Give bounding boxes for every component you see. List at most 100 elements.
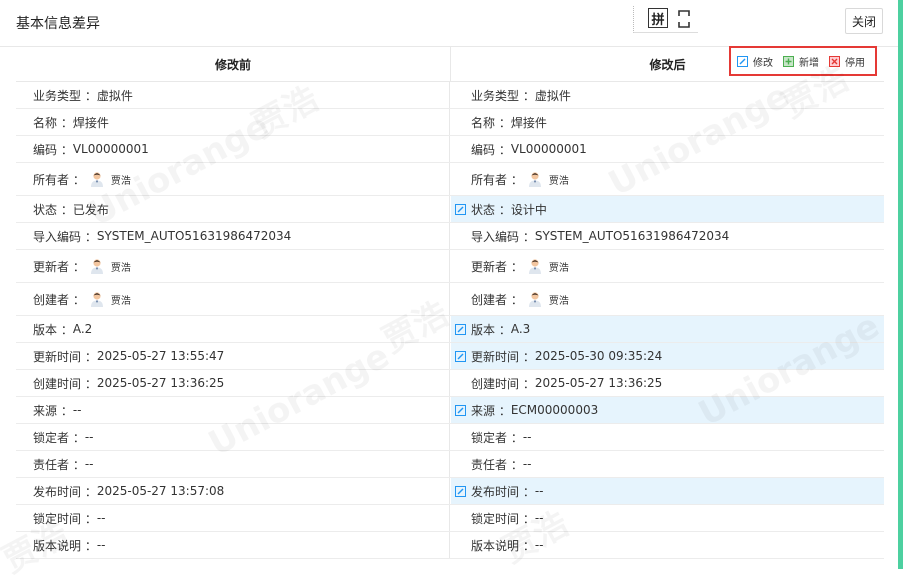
- change-legend: 修改 新增 停用: [729, 46, 877, 76]
- before-cell: 所有者 ： 贾浩: [16, 163, 450, 195]
- field-label: 所有者 ：: [471, 172, 523, 187]
- field-value: VL00000001: [510, 142, 587, 156]
- column-header-before: 修改前: [16, 47, 451, 82]
- before-cell: 更新者 ： 贾浩: [16, 250, 450, 282]
- before-cell: 责任者 ： --: [16, 451, 450, 477]
- after-cell: 来源 ： ECM00000003: [451, 397, 884, 423]
- field-value: --: [96, 511, 106, 525]
- before-cell: 版本 ： A.2: [16, 316, 450, 342]
- field-label: 锁定者 ：: [471, 430, 523, 445]
- pin-button[interactable]: 拼: [648, 8, 668, 28]
- field-label: 编码 ：: [33, 142, 73, 157]
- avatar-icon: [528, 259, 541, 274]
- field-value: 虚拟件: [96, 88, 133, 103]
- table-row: 锁定者 ： -- 锁定者 ： --: [16, 424, 884, 451]
- field-value: A.2: [72, 322, 93, 336]
- user-name[interactable]: 贾浩: [549, 259, 569, 274]
- field-label: 更新者 ：: [33, 259, 85, 274]
- table-row: 编码 ： VL00000001 编码 ： VL00000001: [16, 136, 884, 163]
- modified-icon: [455, 404, 466, 416]
- avatar-icon: [90, 259, 103, 274]
- field-label: 发布时间 ：: [471, 484, 535, 499]
- after-cell: 导入编码 ： SYSTEM_AUTO51631986472034: [451, 223, 884, 249]
- after-cell: 版本说明 ： --: [451, 532, 884, 558]
- table-row: 版本说明 ： -- 版本说明 ： --: [16, 532, 884, 559]
- avatar-icon: [528, 292, 541, 307]
- field-label: 状态 ：: [33, 202, 73, 217]
- field-value: 2025-05-27 13:57:08: [96, 484, 225, 498]
- before-cell: 导入编码 ： SYSTEM_AUTO51631986472034: [16, 223, 450, 249]
- user-name[interactable]: 贾浩: [111, 259, 131, 274]
- after-cell: 状态 ：设计中: [451, 196, 884, 222]
- field-label: 锁定者 ：: [33, 430, 85, 445]
- field-label: 业务类型 ：: [33, 88, 97, 103]
- field-label: 状态 ：: [471, 202, 511, 217]
- after-cell: 创建者 ： 贾浩: [451, 283, 884, 315]
- legend-label: 修改: [753, 57, 773, 69]
- field-label: 来源 ：: [33, 403, 73, 418]
- table-row: 状态 ：已发布 状态 ：设计中: [16, 196, 884, 223]
- after-cell: 更新时间 ： 2025-05-30 09:35:24: [451, 343, 884, 369]
- table-row: 更新者 ： 贾浩 更新者 ： 贾浩: [16, 250, 884, 283]
- table-row: 责任者 ： -- 责任者 ： --: [16, 451, 884, 478]
- field-value: 2025-05-30 09:35:24: [534, 349, 663, 363]
- field-value: 设计中: [510, 202, 547, 217]
- legend-label: 停用: [845, 57, 865, 69]
- after-cell: 更新者 ： 贾浩: [451, 250, 884, 282]
- field-value: 已发布: [72, 202, 109, 217]
- table-row: 发布时间 ： 2025-05-27 13:57:08 发布时间 ： --: [16, 478, 884, 505]
- avatar-icon: [528, 172, 541, 187]
- field-value: --: [534, 538, 544, 552]
- after-cell: 发布时间 ： --: [451, 478, 884, 504]
- close-button[interactable]: 关闭: [845, 8, 883, 34]
- user-name[interactable]: 贾浩: [111, 172, 131, 187]
- field-label: 责任者 ：: [471, 457, 523, 472]
- before-cell: 名称 ：焊接件: [16, 109, 450, 135]
- fullscreen-icon[interactable]: [678, 10, 690, 28]
- user-name[interactable]: 贾浩: [549, 292, 569, 307]
- field-label: 责任者 ：: [33, 457, 85, 472]
- before-cell: 锁定时间 ： --: [16, 505, 450, 531]
- after-cell: 名称 ：焊接件: [451, 109, 884, 135]
- field-label: 名称 ：: [471, 115, 511, 130]
- field-label: 创建者 ：: [471, 292, 523, 307]
- diff-rows: 业务类型 ：虚拟件 业务类型 ：虚拟件 名称 ：焊接件 名称 ：焊接件 编码 ： VL00…: [16, 82, 884, 559]
- after-cell: 所有者 ： 贾浩: [451, 163, 884, 195]
- table-row: 所有者 ： 贾浩 所有者 ： 贾浩: [16, 163, 884, 196]
- table-row: 版本 ： A.2 版本 ： A.3: [16, 316, 884, 343]
- before-cell: 来源 ： --: [16, 397, 450, 423]
- before-cell: 版本说明 ： --: [16, 532, 450, 558]
- field-value: 2025-05-27 13:55:47: [96, 349, 225, 363]
- field-value: ECM00000003: [510, 403, 599, 417]
- field-value: --: [534, 511, 544, 525]
- field-label: 业务类型 ：: [471, 88, 535, 103]
- after-cell: 责任者 ： --: [451, 451, 884, 477]
- field-value: A.3: [510, 322, 531, 336]
- legend-added: 新增: [783, 54, 819, 69]
- legend-label: 新增: [799, 57, 819, 69]
- field-label: 版本说明 ：: [471, 538, 535, 553]
- user-name[interactable]: 贾浩: [111, 292, 131, 307]
- field-value: --: [522, 430, 532, 444]
- table-row: 创建时间 ： 2025-05-27 13:36:25 创建时间 ： 2025-05-2…: [16, 370, 884, 397]
- field-label: 编码 ：: [471, 142, 511, 157]
- table-row: 业务类型 ：虚拟件 业务类型 ：虚拟件: [16, 82, 884, 109]
- after-cell: 创建时间 ： 2025-05-27 13:36:25: [451, 370, 884, 396]
- modified-icon: [455, 350, 466, 362]
- before-cell: 创建时间 ： 2025-05-27 13:36:25: [16, 370, 450, 396]
- field-value: SYSTEM_AUTO51631986472034: [96, 229, 292, 243]
- field-label: 更新者 ：: [471, 259, 523, 274]
- table-row: 创建者 ： 贾浩 创建者 ： 贾浩: [16, 283, 884, 316]
- added-icon: [783, 55, 794, 67]
- field-value: 2025-05-27 13:36:25: [96, 376, 225, 390]
- user-name[interactable]: 贾浩: [549, 172, 569, 187]
- field-value: --: [96, 538, 106, 552]
- field-label: 所有者 ：: [33, 172, 85, 187]
- field-value: --: [84, 430, 94, 444]
- field-value: 2025-05-27 13:36:25: [534, 376, 663, 390]
- field-value: --: [534, 484, 544, 498]
- field-value: --: [84, 457, 94, 471]
- field-label: 创建时间 ：: [33, 376, 97, 391]
- field-value: SYSTEM_AUTO51631986472034: [534, 229, 730, 243]
- field-label: 版本 ：: [471, 322, 511, 337]
